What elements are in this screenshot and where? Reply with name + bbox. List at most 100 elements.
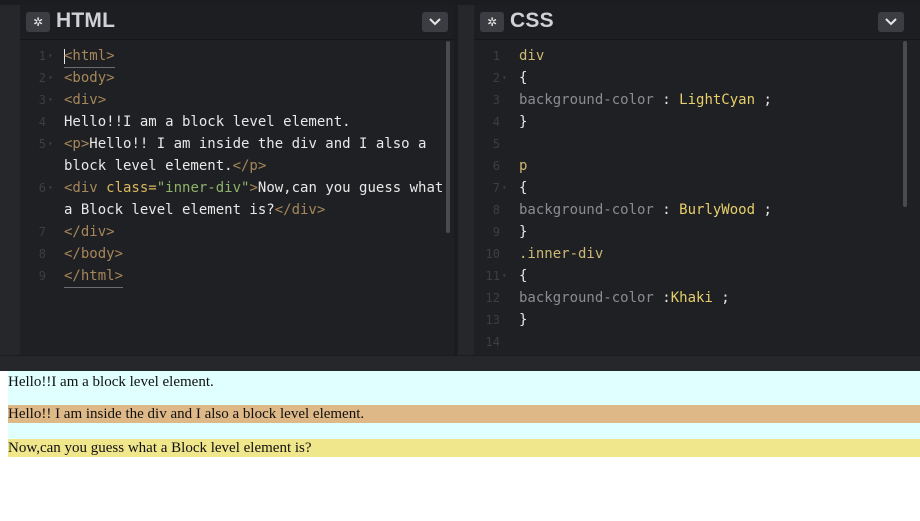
gear-icon: ✲ (486, 15, 498, 29)
line-number: 7 (492, 181, 500, 195)
code-line: 6 ▾ <div class="inner-div">Now,can you g… (20, 177, 454, 199)
code-line: 3 ▾ <div> (20, 89, 454, 111)
code-line: 7 </div> (20, 221, 454, 243)
code-text: <body> (64, 70, 115, 86)
css-collapse-button[interactable] (878, 12, 904, 32)
code-text: </html> (64, 265, 124, 288)
code-line: 4 } (474, 111, 920, 133)
code-text: } (519, 224, 528, 240)
code-text: Now,can you guess what (257, 180, 444, 196)
code-text: div (519, 48, 545, 64)
fold-arrow-icon[interactable]: ▾ (502, 265, 507, 287)
chevron-down-icon (429, 18, 441, 26)
code-line: 2 ▾ { (474, 67, 920, 89)
code-line: 5 ▾ <p>Hello!! I am inside the div and I… (20, 133, 454, 155)
code-text: </body> (64, 246, 124, 262)
code-value: BurlyWood (679, 202, 756, 218)
html-editor-panel: ✲ HTML 1 ▾ <html> 2 ▾ <body> 3 ▾ <div> 4… (20, 5, 454, 355)
css-panel-header: ✲ CSS (474, 5, 920, 40)
code-line: 1 div (474, 45, 920, 67)
line-number: 6 (492, 159, 500, 173)
fold-arrow-icon[interactable]: ▾ (502, 67, 507, 89)
line-number: 11 (485, 269, 500, 283)
code-text: a Block level element is? (64, 202, 275, 218)
code-property: background-color (519, 92, 654, 108)
code-text: { (519, 70, 528, 86)
css-scrollbar[interactable] (903, 41, 907, 207)
fold-arrow-icon[interactable]: ▾ (48, 89, 53, 111)
line-number: 1 (38, 49, 46, 63)
line-number: 10 (485, 247, 500, 261)
css-settings-button[interactable]: ✲ (480, 12, 504, 32)
gear-icon: ✲ (32, 15, 44, 29)
line-number: 14 (485, 335, 500, 349)
line-number: 13 (485, 313, 500, 327)
line-number: 4 (492, 115, 500, 129)
code-tag: > (249, 180, 258, 196)
code-attr: class= (97, 180, 157, 196)
code-line: 8 </body> (20, 243, 454, 265)
code-value: LightCyan (679, 92, 756, 108)
fold-arrow-icon[interactable]: ▾ (48, 177, 53, 199)
preview-body: Hello!!I am a block level element. Hello… (8, 371, 920, 457)
code-line: 12 background-color :Khaki ; (474, 287, 920, 309)
preview-inner-div: Now,can you guess what a Block level ele… (8, 439, 920, 457)
code-line-wrap: block level element.</p> (20, 155, 454, 177)
fold-arrow-icon[interactable]: ▾ (502, 177, 507, 199)
html-scrollbar[interactable] (446, 41, 450, 233)
code-line: 10 .inner-div (474, 243, 920, 265)
code-line: 9 } (474, 221, 920, 243)
html-settings-button[interactable]: ✲ (26, 12, 50, 32)
html-collapse-button[interactable] (422, 12, 448, 32)
preview-div-text: Hello!!I am a block level element. (8, 374, 214, 390)
html-code-editor[interactable]: 1 ▾ <html> 2 ▾ <body> 3 ▾ <div> 4 Hello!… (20, 45, 454, 288)
code-line: 13 } (474, 309, 920, 331)
panel-divider[interactable] (454, 5, 458, 355)
resize-handle-bar[interactable] (0, 355, 920, 371)
code-text: { (519, 268, 528, 284)
line-number: 2 (38, 71, 46, 85)
css-code-editor[interactable]: 1 div 2 ▾ { 3 background-color : LightCy… (474, 45, 920, 353)
preview-inner-text: Now,can you guess what a Block level ele… (8, 440, 312, 456)
line-number: 2 (492, 71, 500, 85)
code-text: ; (755, 202, 772, 218)
line-number: 3 (38, 93, 46, 107)
line-number: 9 (492, 225, 500, 239)
code-text: .inner-div (519, 246, 604, 262)
html-panel-header: ✲ HTML (20, 5, 454, 40)
code-text: } (519, 312, 528, 328)
code-line: 14 (474, 331, 920, 353)
code-line: 8 background-color : BurlyWood ; (474, 199, 920, 221)
code-tag: <div (64, 180, 98, 196)
line-number: 7 (38, 225, 46, 239)
code-text: <html> (64, 45, 115, 68)
fold-arrow-icon[interactable]: ▾ (48, 67, 53, 89)
code-line: 4 Hello!!I am a block level element. (20, 111, 454, 133)
code-text: Hello!! I am inside the div and I also a (89, 136, 427, 152)
line-number: 5 (38, 137, 46, 151)
css-panel-title: CSS (510, 9, 554, 32)
code-line: 11 ▾ { (474, 265, 920, 287)
line-number: 1 (492, 49, 500, 63)
line-number: 8 (38, 247, 46, 261)
code-text: block level element. (64, 158, 233, 174)
code-line: 5 (474, 133, 920, 155)
result-preview: Hello!!I am a block level element. Hello… (0, 371, 920, 521)
code-tag: </div> (274, 202, 326, 218)
preview-p-block: Hello!! I am inside the div and I also a… (8, 405, 920, 423)
code-text: </div> (64, 224, 115, 240)
code-line: 3 background-color : LightCyan ; (474, 89, 920, 111)
line-number: 9 (38, 269, 46, 283)
code-text: : (653, 92, 680, 108)
code-line: 9 </html> (20, 265, 454, 288)
panel-gap-strip (458, 5, 474, 355)
code-text: : (653, 290, 671, 306)
code-line: 2 ▾ <body> (20, 67, 454, 89)
code-text: { (519, 180, 528, 196)
fold-arrow-icon[interactable]: ▾ (48, 45, 53, 67)
line-number: 3 (492, 93, 500, 107)
fold-arrow-icon[interactable]: ▾ (48, 133, 53, 155)
code-line: 6 p (474, 155, 920, 177)
code-property: background-color (519, 202, 654, 218)
code-line: 1 ▾ <html> (20, 45, 454, 68)
